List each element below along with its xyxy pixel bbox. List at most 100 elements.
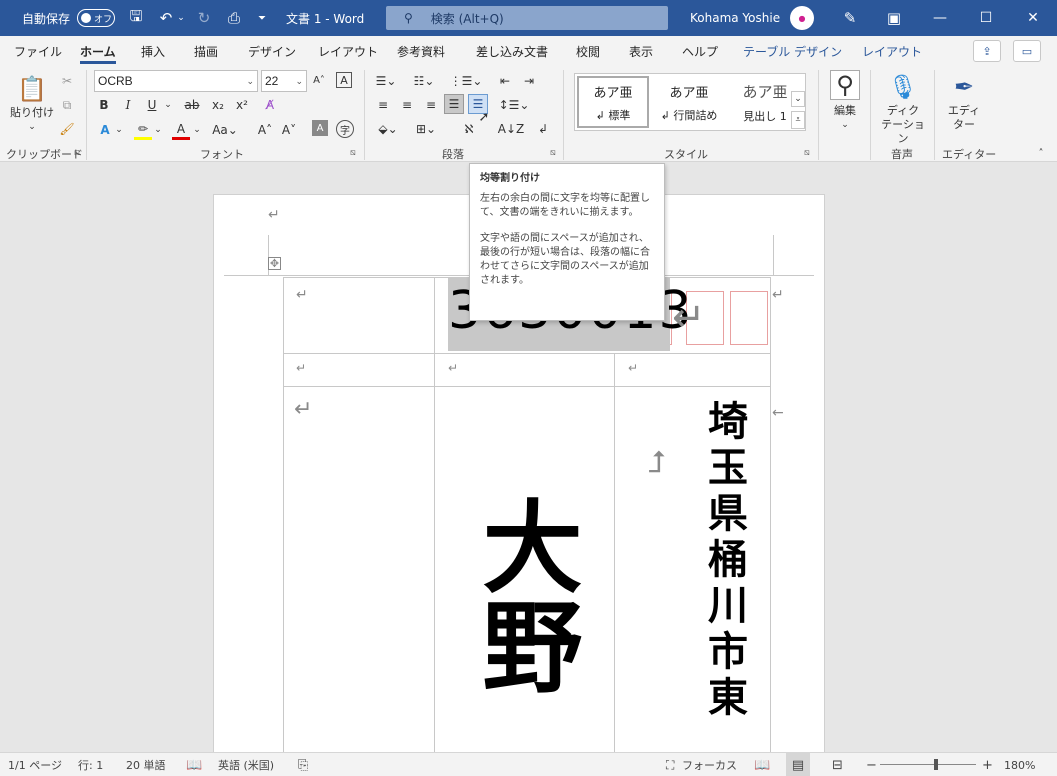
show-hide-marks-icon[interactable]: ↲ bbox=[534, 120, 552, 138]
style-no-spacing[interactable]: あア亜 ↲ 行間詰め bbox=[653, 76, 725, 128]
enclose-characters-icon[interactable]: 字 bbox=[336, 120, 354, 138]
align-right-icon[interactable]: ≡ bbox=[422, 96, 440, 114]
word-count[interactable]: 20 単語 bbox=[126, 753, 166, 776]
tab-table-layout[interactable]: レイアウト bbox=[862, 36, 922, 66]
focus-mode[interactable]: フォーカス bbox=[682, 753, 737, 776]
tab-table-design[interactable]: テーブル デザイン bbox=[743, 36, 842, 66]
tab-home[interactable]: ホーム bbox=[80, 36, 116, 66]
tab-view[interactable]: 表示 bbox=[629, 36, 653, 66]
web-layout-icon[interactable]: ⊟ bbox=[832, 753, 843, 776]
format-painter-icon[interactable]: 🖌 bbox=[58, 120, 76, 138]
search-input[interactable]: ⚲ 検索 (Alt+Q) bbox=[386, 6, 668, 30]
zoom-level[interactable]: 180% bbox=[1004, 753, 1035, 776]
underline-dropdown-icon[interactable]: ⌄ bbox=[163, 96, 173, 114]
font-size-combo[interactable]: 22 ⌄ bbox=[261, 70, 307, 92]
read-mode-icon[interactable]: 📖 bbox=[754, 753, 770, 776]
tab-layout[interactable]: レイアウト bbox=[318, 36, 378, 66]
justify-icon[interactable]: ☰ bbox=[444, 94, 464, 114]
font-color-dropdown-icon[interactable]: ⌄ bbox=[192, 120, 202, 140]
underline-icon[interactable]: U bbox=[144, 96, 160, 114]
editing-button[interactable]: ⚲ 編集 ⌄ bbox=[824, 70, 866, 132]
minimize-button[interactable]: — bbox=[917, 0, 963, 36]
print-preview-icon[interactable]: ⎙ bbox=[222, 0, 246, 36]
superscript-icon[interactable]: x² bbox=[232, 96, 252, 114]
grow-font-icon[interactable]: A˄ bbox=[311, 72, 327, 88]
language-status[interactable]: 英語 (米国) bbox=[218, 753, 274, 776]
styles-scroll-down-icon[interactable]: ⌄ bbox=[791, 91, 805, 107]
avatar[interactable]: ● bbox=[790, 6, 814, 30]
tab-insert[interactable]: 挿入 bbox=[141, 36, 165, 66]
clipboard-launcher-icon[interactable]: ⧅ bbox=[74, 148, 80, 158]
shrink-font-size-icon[interactable]: A˅ bbox=[280, 120, 298, 140]
tab-references[interactable]: 参考資料 bbox=[397, 36, 445, 66]
highlight-icon[interactable]: ✏ bbox=[134, 120, 152, 140]
paste-button[interactable]: 📋 貼り付け ⌄ bbox=[8, 72, 56, 134]
share-button[interactable]: ⇪ bbox=[973, 40, 1001, 62]
align-center-icon[interactable]: ≡ bbox=[398, 96, 416, 114]
font-color-icon[interactable]: A bbox=[172, 120, 190, 140]
character-shading-icon[interactable]: A bbox=[312, 120, 328, 136]
styles-more-icon[interactable]: ⩡ bbox=[791, 111, 805, 129]
tab-mailings[interactable]: 差し込み文書 bbox=[476, 36, 548, 66]
align-left-icon[interactable]: ≡ bbox=[374, 96, 392, 114]
save-icon[interactable]: 🖫 bbox=[124, 0, 148, 36]
undo-icon[interactable]: ↶ bbox=[154, 0, 178, 36]
print-layout-icon[interactable]: ▤ bbox=[786, 753, 810, 776]
strikethrough-icon[interactable]: ab bbox=[182, 96, 202, 114]
recipient-address[interactable]: 埼玉県桶川市東 bbox=[701, 400, 748, 722]
sort-icon[interactable]: A↓Z bbox=[498, 120, 524, 138]
redo-icon[interactable]: ↻ bbox=[192, 0, 216, 36]
customize-qat-icon[interactable]: ⏷ bbox=[250, 0, 274, 36]
line-spacing-icon[interactable]: ↕☰⌄ bbox=[499, 96, 530, 114]
tab-draw[interactable]: 描画 bbox=[194, 36, 218, 66]
close-button[interactable]: ✕ bbox=[1010, 0, 1056, 36]
user-name[interactable]: Kohama Yoshie bbox=[690, 0, 780, 36]
cut-icon[interactable]: ✂ bbox=[58, 72, 76, 90]
shading-icon[interactable]: ⬙⌄ bbox=[374, 120, 402, 138]
highlight-dropdown-icon[interactable]: ⌄ bbox=[153, 120, 163, 140]
change-case-icon[interactable]: Aa⌄ bbox=[212, 120, 238, 140]
designer-pen-icon[interactable]: ✎ bbox=[838, 0, 862, 36]
text-effects-eraser-icon[interactable]: A̸ bbox=[260, 96, 280, 114]
page-count[interactable]: 1/1 ページ bbox=[8, 753, 62, 776]
style-normal[interactable]: あア亜 ↲ 標準 bbox=[577, 76, 649, 128]
borders-icon[interactable]: ⊞⌄ bbox=[412, 120, 440, 138]
tab-review[interactable]: 校閲 bbox=[576, 36, 600, 66]
text-effects-dropdown-icon[interactable]: ⌄ bbox=[114, 120, 124, 140]
tab-file[interactable]: ファイル bbox=[14, 36, 62, 66]
zoom-out-icon[interactable]: − bbox=[866, 753, 877, 776]
zoom-slider[interactable] bbox=[880, 764, 976, 765]
bold-icon[interactable]: B bbox=[96, 96, 112, 114]
collapse-ribbon-icon[interactable]: ˄ bbox=[1034, 146, 1048, 160]
comments-button[interactable]: ▭ bbox=[1013, 40, 1041, 62]
text-effects-icon[interactable]: A bbox=[96, 120, 114, 140]
undo-dropdown-icon[interactable]: ⌄ bbox=[176, 0, 186, 36]
font-name-combo[interactable]: OCRB ⌄ bbox=[94, 70, 258, 92]
font-launcher-icon[interactable]: ⧅ bbox=[350, 148, 356, 158]
zoom-slider-thumb[interactable] bbox=[934, 759, 938, 770]
copy-icon[interactable]: ⧉ bbox=[58, 96, 76, 114]
numbering-icon[interactable]: ☷⌄ bbox=[412, 72, 436, 90]
ribbon-display-options-icon[interactable]: ▣ bbox=[882, 0, 906, 36]
asian-layout-icon[interactable]: ℵ bbox=[460, 120, 478, 138]
grow-font-size-icon[interactable]: A˄ bbox=[256, 120, 274, 140]
autosave-toggle[interactable]: オフ bbox=[77, 9, 115, 27]
accessibility-icon[interactable]: ⎘ bbox=[298, 753, 308, 776]
paragraph-launcher-icon[interactable]: ⧅ bbox=[550, 148, 556, 158]
table-move-handle-icon[interactable]: ✥ bbox=[268, 257, 281, 270]
dictate-button[interactable]: 🎙 ディク テーション bbox=[876, 70, 930, 146]
decrease-indent-icon[interactable]: ⇤ bbox=[496, 72, 514, 90]
editor-button[interactable]: ✒ エディ ター bbox=[940, 70, 988, 132]
multilevel-list-icon[interactable]: ⋮☰⌄ bbox=[450, 72, 483, 90]
tab-design[interactable]: デザイン bbox=[248, 36, 296, 66]
increase-indent-icon[interactable]: ⇥ bbox=[520, 72, 538, 90]
styles-launcher-icon[interactable]: ⧅ bbox=[804, 148, 810, 158]
recipient-name[interactable]: 大野 bbox=[465, 495, 583, 695]
clear-formatting-icon[interactable]: A bbox=[336, 72, 352, 88]
tab-help[interactable]: ヘルプ bbox=[682, 36, 718, 66]
proofing-icon[interactable]: 📖 bbox=[186, 753, 202, 776]
maximize-button[interactable]: ☐ bbox=[963, 0, 1009, 36]
bullets-icon[interactable]: ☰⌄ bbox=[374, 72, 398, 90]
italic-icon[interactable]: I bbox=[120, 96, 136, 114]
subscript-icon[interactable]: x₂ bbox=[208, 96, 228, 114]
